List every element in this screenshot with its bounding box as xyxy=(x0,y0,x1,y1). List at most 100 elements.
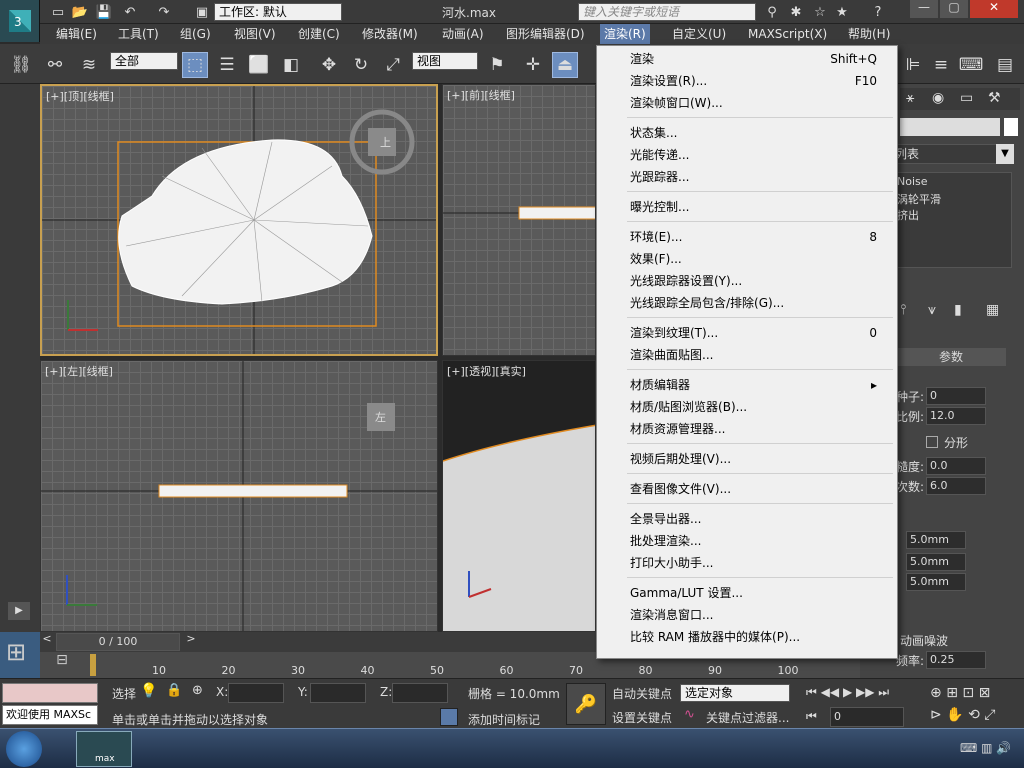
object-color-swatch[interactable] xyxy=(1004,118,1018,136)
redo-icon[interactable]: ↷ xyxy=(154,2,174,22)
pan-icon[interactable]: ✋ xyxy=(946,707,963,723)
network-tray-icon[interactable]: ▥ xyxy=(981,741,992,755)
render-menu-item[interactable]: 状态集... xyxy=(597,122,897,144)
pin-stack-icon[interactable]: ⫯ xyxy=(900,302,906,318)
auto-key-button[interactable]: 自动关键点 xyxy=(612,685,672,702)
reference-coord-select[interactable]: 视图 xyxy=(412,52,478,70)
star-icon[interactable]: ★ xyxy=(832,2,852,22)
render-menu-item[interactable]: 光跟踪器... xyxy=(597,166,897,188)
volume-tray-icon[interactable]: 🔊 xyxy=(996,741,1011,755)
time-cursor[interactable] xyxy=(90,654,96,676)
render-menu-item[interactable]: 渲染曲面贴图... xyxy=(597,344,897,366)
layer-manager-icon[interactable]: ≡ xyxy=(928,52,954,78)
taskbar-app-3dsmax[interactable]: max xyxy=(76,731,132,767)
render-menu-item[interactable]: 环境(E)... 8 xyxy=(597,226,897,248)
orbit-icon[interactable]: ⟲ xyxy=(968,707,980,723)
x-coord-field[interactable] xyxy=(228,683,284,703)
set-key-button[interactable]: 设置关键点 xyxy=(612,709,672,726)
scale-icon[interactable]: ⤢ xyxy=(380,52,406,78)
prev-frame-icon[interactable]: < xyxy=(40,632,54,650)
curve-editor-icon[interactable]: ⌨ xyxy=(958,52,984,78)
stack-item[interactable]: Noise xyxy=(897,175,928,188)
render-menu-item[interactable]: 渲染帧窗口(W)... xyxy=(597,92,897,114)
favorites-icon[interactable]: ☆ xyxy=(810,2,830,22)
link-icon[interactable]: ⛓ xyxy=(8,52,34,78)
binoculars-icon[interactable]: ⚲ xyxy=(762,2,782,22)
render-menu-item[interactable]: 光线跟踪器设置(Y)... xyxy=(597,270,897,292)
rect-selection-icon[interactable]: ⬜ xyxy=(246,52,272,78)
viewport-perspective[interactable]: [+][透视][真实] xyxy=(442,360,596,632)
bind-spacewarp-icon[interactable]: ≋ xyxy=(76,52,102,78)
object-name-field[interactable] xyxy=(900,118,1000,136)
app-logo[interactable]: 3 xyxy=(0,0,40,42)
mini-curve-editor-icon[interactable]: ⊟ xyxy=(50,652,74,678)
project-folder-icon[interactable]: ▣ xyxy=(192,2,212,22)
select-object-icon[interactable]: ⬚ xyxy=(182,52,208,78)
maxscript-listener-mini[interactable] xyxy=(2,683,98,703)
render-menu-item[interactable]: 比较 RAM 播放器中的媒体(P)... xyxy=(597,626,897,648)
menu-edit[interactable]: 编辑(E) xyxy=(52,24,101,44)
move-icon[interactable]: ✥ xyxy=(316,52,342,78)
zoom-icon[interactable]: ⊕ xyxy=(930,685,942,701)
next-frame-icon[interactable]: > xyxy=(184,632,198,650)
zoom-extents-icon[interactable]: ⊡ xyxy=(962,685,974,701)
stack-item[interactable]: 挤出 xyxy=(897,207,919,223)
unlink-icon[interactable]: ⚯ xyxy=(42,52,68,78)
render-menu-item[interactable]: 全景导出器... xyxy=(597,508,897,530)
viewport-label[interactable]: [+][前][线框] xyxy=(447,87,515,103)
fov-icon[interactable]: ⊳ xyxy=(930,707,942,723)
expand-arrow-icon[interactable]: ▶ xyxy=(8,602,30,620)
strength-x-spinner[interactable]: 5.0mm xyxy=(906,531,966,549)
workspace-select[interactable]: 工作区: 默认 xyxy=(214,3,342,21)
z-coord-field[interactable] xyxy=(392,683,448,703)
frequency-spinner[interactable]: 0.25 xyxy=(926,651,986,669)
rotate-icon[interactable]: ↻ xyxy=(348,52,374,78)
render-menu-item[interactable]: 渲染消息窗口... xyxy=(597,604,897,626)
viewport-layout-button[interactable]: ⊞ xyxy=(0,632,40,678)
goto-start-icon[interactable]: ⏮ xyxy=(806,685,817,699)
render-menu-item[interactable]: 渲染到纹理(T)... 0 xyxy=(597,322,897,344)
viewport-top[interactable]: [+][顶][线框] 上 xyxy=(40,84,438,356)
search-input[interactable]: 键入关键字或短语 xyxy=(578,3,756,21)
y-coord-field[interactable] xyxy=(310,683,366,703)
scale-spinner[interactable]: 12.0 xyxy=(926,407,986,425)
schematic-view-icon[interactable]: ▤ xyxy=(992,52,1018,78)
menu-maxscript[interactable]: MAXScript(X) xyxy=(744,24,831,44)
viewport-label[interactable]: [+][左][线框] xyxy=(45,363,113,379)
goto-end-icon[interactable]: ⏭ xyxy=(878,685,889,699)
render-menu-item[interactable]: 材质编辑器 ▸ xyxy=(597,374,897,396)
iterations-spinner[interactable]: 6.0 xyxy=(926,477,986,495)
select-by-name-icon[interactable]: ☰ xyxy=(214,52,240,78)
viewcube-face-label[interactable]: 上 xyxy=(380,134,391,150)
make-unique-icon[interactable]: ▮ xyxy=(954,302,962,318)
menu-help[interactable]: 帮助(H) xyxy=(844,24,894,44)
selection-filter-select[interactable]: 全部 xyxy=(110,52,178,70)
render-menu-item[interactable]: 查看图像文件(V)... xyxy=(597,478,897,500)
hierarchy-tab-icon[interactable]: ⚹ xyxy=(906,90,914,106)
menu-graph-editors[interactable]: 图形编辑器(D) xyxy=(502,24,589,44)
render-menu-item[interactable]: Gamma/LUT 设置... xyxy=(597,582,897,604)
stack-item[interactable]: 涡轮平滑 xyxy=(897,191,941,207)
window-crossing-icon[interactable]: ◧ xyxy=(278,52,304,78)
render-menu-item[interactable]: 渲染 Shift+Q xyxy=(597,48,897,70)
render-menu-item[interactable]: 曝光控制... xyxy=(597,196,897,218)
render-menu-item[interactable]: 视频后期处理(V)... xyxy=(597,448,897,470)
viewcube-face-label[interactable]: 左 xyxy=(375,409,386,425)
start-button-icon[interactable] xyxy=(6,731,42,767)
zoom-extents-all-icon[interactable]: ⊠ xyxy=(979,685,991,701)
prev-key-icon[interactable]: ◀◀ xyxy=(821,685,839,699)
viewport-label[interactable]: [+][顶][线框] xyxy=(46,88,114,104)
maximize-button[interactable]: ▢ xyxy=(940,0,968,18)
menu-tools[interactable]: 工具(T) xyxy=(114,24,163,44)
welcome-text[interactable]: 欢迎使用 MAXSc xyxy=(2,705,98,725)
render-menu-item[interactable]: 效果(F)... xyxy=(597,248,897,270)
viewport-left[interactable]: [+][左][线框] 左 xyxy=(40,360,438,632)
motion-tab-icon[interactable]: ◉ xyxy=(932,90,944,106)
render-menu-item[interactable]: 渲染设置(R)... F10 xyxy=(597,70,897,92)
utilities-tab-icon[interactable]: ⚒ xyxy=(988,90,1001,106)
menu-views[interactable]: 视图(V) xyxy=(230,24,280,44)
minimize-button[interactable]: — xyxy=(910,0,938,18)
fractal-checkbox[interactable] xyxy=(926,436,938,448)
render-menu-item[interactable]: 光能传递... xyxy=(597,144,897,166)
open-file-icon[interactable]: 📂 xyxy=(70,2,90,22)
